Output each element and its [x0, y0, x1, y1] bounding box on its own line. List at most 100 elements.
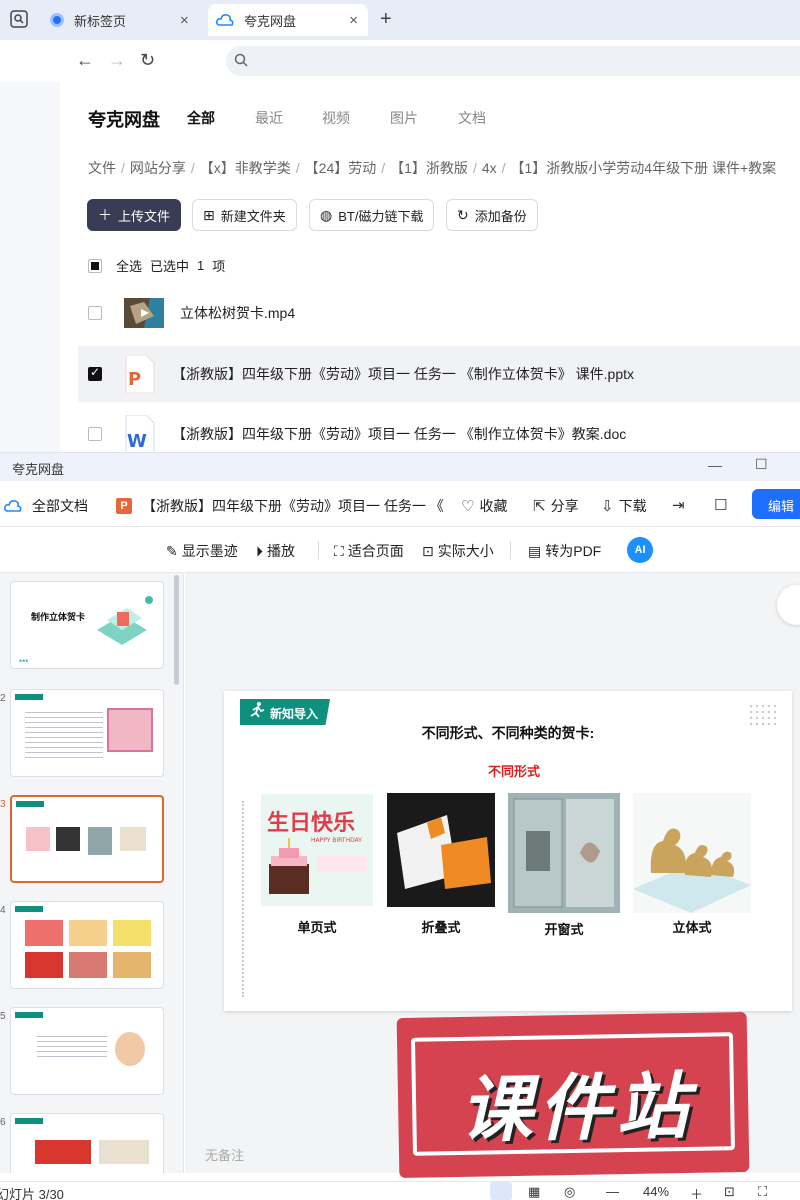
- tab-search-icon[interactable]: [10, 10, 28, 28]
- single-page-card-image: 生日快乐 HAPPY BIRTHDAY: [261, 794, 373, 906]
- fit-page-button[interactable]: ⛶ 适合页面: [334, 541, 404, 561]
- ai-assistant-button[interactable]: AI: [627, 537, 653, 563]
- url-input[interactable]: [226, 46, 800, 76]
- download-icon: ⇩: [601, 498, 614, 515]
- svg-text:W: W: [127, 431, 147, 452]
- thumb-title: 制作立体贺卡: [31, 612, 86, 622]
- tab-label: 夸克网盘: [244, 13, 297, 29]
- pdf-side-icon[interactable]: [777, 585, 800, 625]
- current-slide: 新知导入 不同形式、不同种类的贺卡: 不同形式 生日快乐 HAPPY BIRTH…: [224, 691, 792, 1011]
- thumb-number: 5: [0, 1011, 6, 1022]
- web-view-icon[interactable]: ◎: [564, 1184, 575, 1200]
- file-checkbox[interactable]: [88, 427, 102, 441]
- back-arrow-icon[interactable]: ←: [76, 50, 94, 71]
- minimize-icon[interactable]: —: [708, 457, 722, 473]
- brand-title: 夸克网盘: [88, 110, 160, 130]
- file-checkbox[interactable]: [88, 365, 102, 381]
- breadcrumb-item[interactable]: 【1】浙教版: [390, 160, 468, 176]
- nav-all[interactable]: 全部: [187, 108, 215, 128]
- file-name[interactable]: 【浙教版】四年级下册《劳动》项目一 任务一 《制作立体贺卡》 课件.pptx: [172, 364, 634, 384]
- breadcrumb-item[interactable]: 【24】劳动: [305, 160, 377, 176]
- nav-video[interactable]: 视频: [322, 108, 350, 128]
- slide-thumbnail-1[interactable]: 制作立体贺卡 •••: [10, 581, 164, 669]
- export-icon[interactable]: ⇥: [672, 496, 690, 514]
- slide-thumbnail-3-active[interactable]: [10, 795, 164, 883]
- add-backup-button[interactable]: ↻ 添加备份: [446, 199, 538, 231]
- slide-subheading: 不同形式: [487, 764, 540, 779]
- svg-text:P: P: [128, 369, 141, 390]
- breadcrumb-item[interactable]: 【x】非教学类: [200, 160, 291, 176]
- new-tab-button[interactable]: +: [380, 8, 392, 31]
- comment-icon[interactable]: ☐: [714, 496, 732, 514]
- slide-thumbnail-5[interactable]: [10, 1007, 164, 1095]
- slide-thumbnail-2[interactable]: [10, 689, 164, 777]
- slide-heading: 不同形式、不同种类的贺卡:: [421, 725, 595, 741]
- slide-thumbnail-4[interactable]: [10, 901, 164, 989]
- maximize-icon[interactable]: ☐: [755, 456, 768, 473]
- file-checkbox[interactable]: [88, 306, 102, 320]
- card-caption: 开窗式: [544, 922, 584, 937]
- cloud-icon: [216, 14, 234, 26]
- all-docs-label: 全部文档: [32, 498, 88, 514]
- watermark-stamp: 课件站: [396, 1011, 750, 1179]
- normal-view-icon[interactable]: [490, 1182, 512, 1200]
- upload-button[interactable]: ＋ 上传文件: [87, 199, 182, 231]
- watermark-border: 课件站: [410, 1032, 735, 1156]
- runner-icon: [250, 702, 265, 718]
- tab-new-tab[interactable]: 新标签页: [42, 4, 202, 36]
- all-docs-button[interactable]: 全部文档: [4, 496, 88, 516]
- play-button[interactable]: ⏵ 播放: [256, 541, 295, 561]
- select-all-checkbox[interactable]: [88, 258, 102, 273]
- file-row-selected[interactable]: P 【浙教版】四年级下册《劳动》项目一 任务一 《制作立体贺卡》 课件.pptx: [78, 346, 800, 402]
- tab-quark-drive[interactable]: 夸克网盘 ×: [208, 4, 368, 36]
- breadcrumb-item[interactable]: 【1】浙教版小学劳动4年级下册 课件+教案: [511, 160, 777, 176]
- download-button[interactable]: ⇩ 下载: [601, 496, 647, 516]
- cloud-icon: [4, 500, 22, 512]
- fit-icon[interactable]: ⊡: [724, 1184, 735, 1200]
- left-gutter: [0, 82, 60, 452]
- close-tab-icon[interactable]: ×: [349, 12, 358, 29]
- show-ink-button[interactable]: ✎ 显示墨迹: [166, 541, 238, 561]
- fullscreen-icon[interactable]: ⛶: [758, 1184, 767, 1200]
- share-button[interactable]: ⇱ 分享: [533, 496, 579, 516]
- file-row[interactable]: 立体松树贺卡.mp4: [78, 285, 800, 341]
- close-tab-icon[interactable]: ×: [180, 4, 189, 36]
- breadcrumb-item[interactable]: 文件: [88, 160, 116, 176]
- select-all-row: 全选 已选中 1 项: [88, 256, 225, 275]
- select-all-label[interactable]: 全选: [116, 256, 142, 275]
- doc-title: P 【浙教版】四年级下册《劳动》项目一 任务一 《: [116, 496, 444, 516]
- grid-view-icon[interactable]: ▦: [528, 1184, 540, 1200]
- forward-arrow-icon[interactable]: →: [108, 50, 126, 71]
- breadcrumb-item[interactable]: 4x: [482, 160, 497, 176]
- actual-size-button[interactable]: ⊡ 实际大小: [422, 541, 494, 561]
- play-label: 播放: [267, 543, 295, 559]
- zoom-out-icon[interactable]: —: [606, 1184, 619, 1199]
- document-viewer-window: 夸克网盘 — ☐ 全部文档 P 【浙教版】四年级下册《劳动》项目一 任务一 《 …: [0, 452, 800, 1200]
- breadcrumb-item[interactable]: 网站分享: [130, 160, 186, 176]
- tab-label: 新标签页: [74, 13, 127, 29]
- file-name[interactable]: 【浙教版】四年级下册《劳动》项目一 任务一 《制作立体贺卡》教案.doc: [172, 424, 626, 444]
- favorite-button[interactable]: ♡ 收藏: [461, 496, 507, 516]
- nav-docs[interactable]: 文档: [458, 108, 486, 128]
- pptx-badge-icon: P: [116, 498, 132, 514]
- doc-file-icon: W: [125, 415, 155, 453]
- nav-recent[interactable]: 最近: [255, 108, 283, 128]
- thumb-number: 6: [0, 1117, 6, 1128]
- thumb-number: 2: [0, 693, 6, 704]
- fit-page-label: 适合页面: [347, 543, 404, 559]
- file-name[interactable]: 立体松树贺卡.mp4: [180, 303, 295, 323]
- zoom-in-icon[interactable]: ＋: [690, 1184, 703, 1200]
- nav-images[interactable]: 图片: [390, 108, 418, 128]
- reload-icon[interactable]: ↻: [140, 50, 155, 71]
- thumbnail-scrollbar[interactable]: [174, 575, 179, 685]
- thumb-number: 3: [0, 799, 6, 810]
- new-folder-button[interactable]: ⊞ 新建文件夹: [192, 199, 297, 231]
- bt-download-button[interactable]: ◍ BT/磁力链下载: [309, 199, 435, 231]
- viewer-header-toolbar: 全部文档 P 【浙教版】四年级下册《劳动》项目一 任务一 《 ♡ 收藏 ⇱ 分享…: [0, 481, 800, 527]
- edit-button[interactable]: 编辑: [752, 489, 800, 519]
- folded-card-image: [387, 793, 495, 907]
- slide-thumbnail-6[interactable]: [10, 1113, 164, 1173]
- slide-notes[interactable]: 无备注: [205, 1145, 244, 1164]
- to-pdf-button[interactable]: ▤ 转为PDF: [528, 541, 601, 561]
- share-icon: ⇱: [533, 498, 546, 515]
